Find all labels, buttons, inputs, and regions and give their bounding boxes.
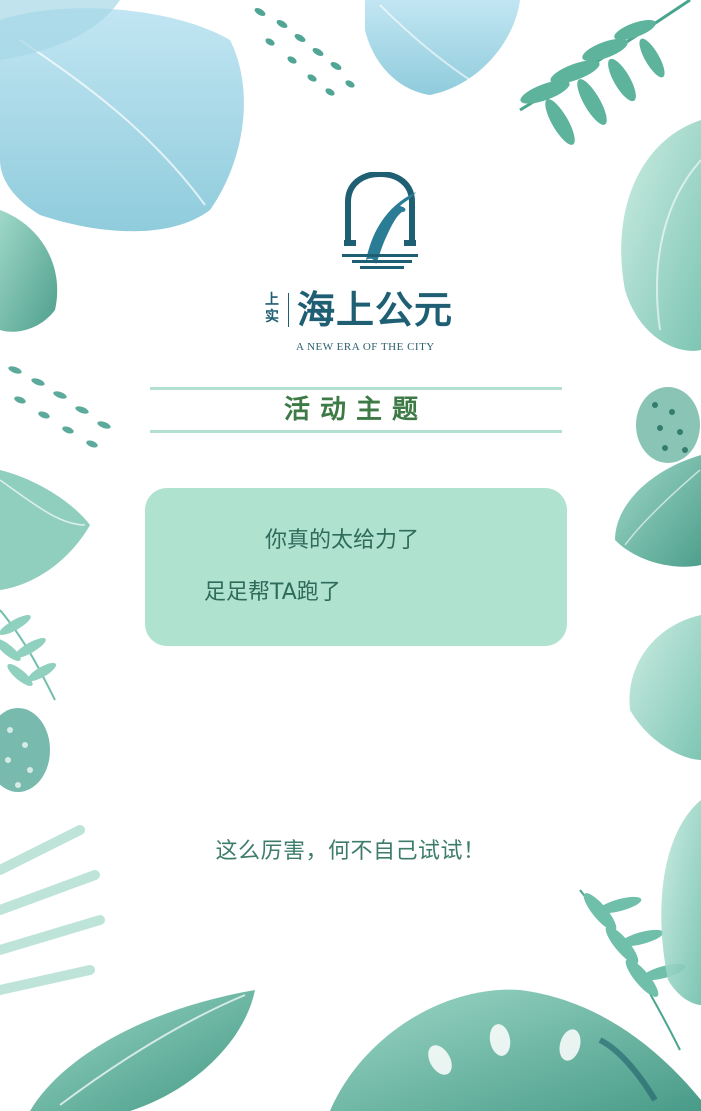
message-line-2: 足足帮TA跑了 xyxy=(204,580,341,605)
brand-name: 海上公元 xyxy=(297,287,454,332)
theme-rule-top xyxy=(150,387,562,390)
brand-tagline: A NEW ERA OF THE CITY xyxy=(296,341,435,353)
poster-page: 上 实 海上公元 A NEW ERA OF THE CITY 活动主题 你真的太… xyxy=(0,0,701,1111)
brand-sub-top: 上 xyxy=(265,292,279,308)
dolphin-arch-logo-icon xyxy=(342,172,418,269)
brand-sub-bottom: 实 xyxy=(265,309,279,325)
theme-title: 活动主题 xyxy=(283,395,428,425)
message-line-1: 你真的太给力了 xyxy=(265,528,420,553)
call-to-action-text[interactable]: 这么厉害，何不自己试试！ xyxy=(0,837,701,867)
brand-divider xyxy=(288,293,289,327)
theme-rule-bottom xyxy=(150,430,562,433)
brand-sub-label: 上 实 xyxy=(263,292,281,326)
message-card xyxy=(145,488,567,646)
